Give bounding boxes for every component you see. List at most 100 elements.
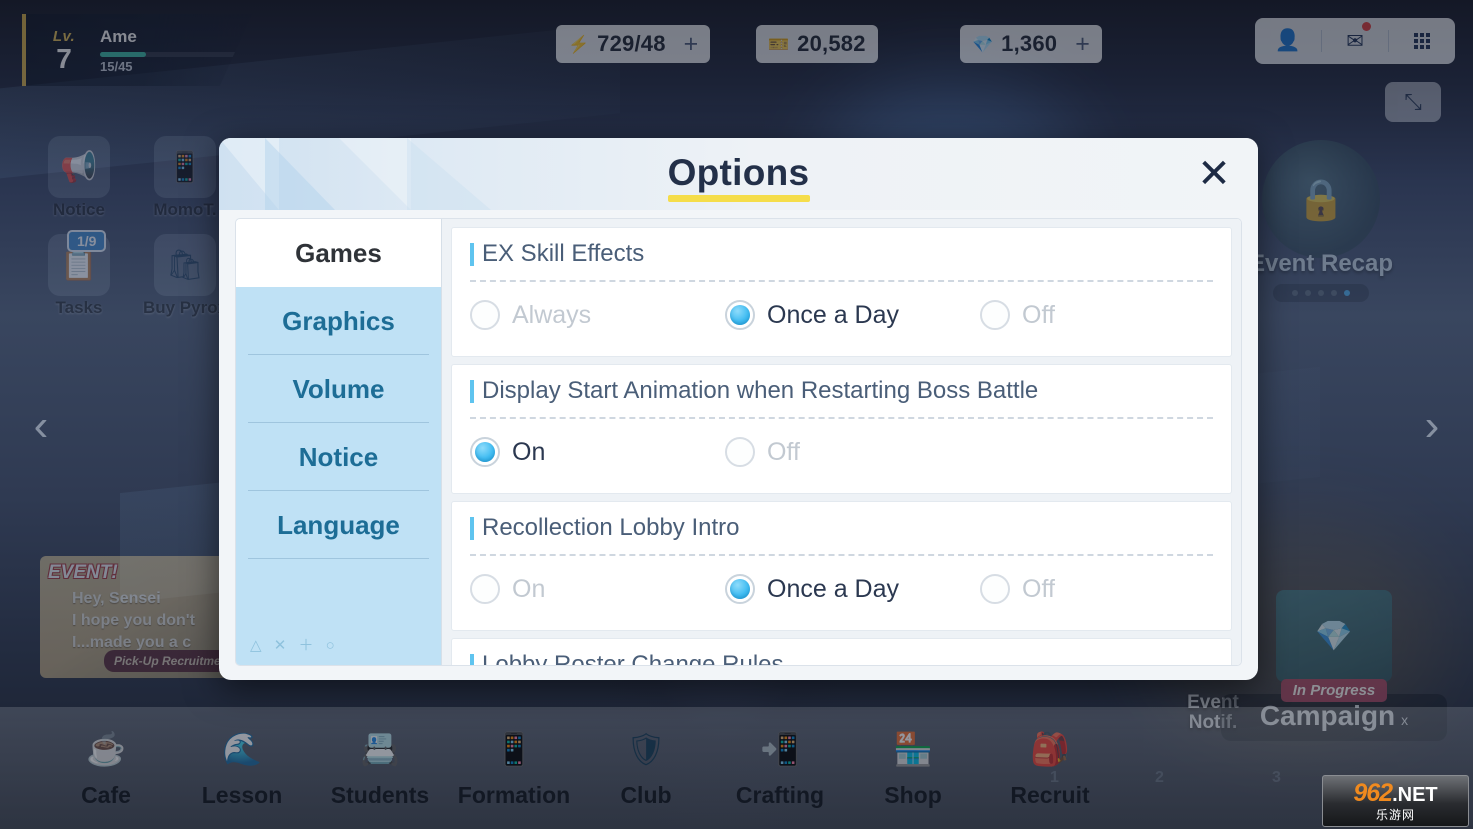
option-choices-row: On Off	[470, 425, 1213, 479]
campaign-icon: 💎	[1276, 590, 1392, 682]
close-glyph: ✕	[1197, 152, 1231, 196]
option-title-text: Display Start Animation when Restarting …	[482, 377, 1039, 404]
radio-circle-icon	[725, 437, 755, 467]
radio-recollection-on[interactable]: On	[470, 574, 725, 604]
option-choices-row: Always Once a Day Off	[470, 288, 1213, 342]
radio-recollection-once-a-day[interactable]: Once a Day	[725, 574, 980, 604]
carousel-dot[interactable]	[1331, 290, 1337, 296]
carousel-dot-active[interactable]	[1344, 290, 1350, 296]
nav-label: Lesson	[201, 782, 283, 808]
watermark-962: 962	[1353, 779, 1393, 807]
radio-label: Off	[767, 437, 800, 466]
option-title: EX Skill Effects	[470, 240, 1213, 280]
option-choices-row: On Once a Day Off	[470, 562, 1213, 616]
dialog-title: Options	[667, 152, 810, 193]
club-shield-icon: 🛡	[625, 731, 667, 767]
students-icon: 📇	[360, 731, 400, 767]
radio-circle-icon	[725, 574, 755, 604]
nav-item-club[interactable]: 🛡 Club	[578, 718, 714, 809]
lesson-icon: 🌊	[222, 731, 262, 767]
side-tile-label: Notice	[53, 200, 105, 219]
radio-recollection-off[interactable]: Off	[980, 574, 1235, 604]
dialog-body: Games Graphics Volume Notice Language △ …	[235, 218, 1242, 666]
radio-ex-off[interactable]: Off	[980, 300, 1235, 330]
tab-games[interactable]: Games	[236, 219, 441, 287]
title-accent-bar	[470, 516, 474, 540]
formation-icon: 📱	[494, 731, 534, 767]
shopping-bag-icon: 🛍	[154, 234, 216, 296]
title-accent-bar	[470, 242, 474, 266]
radio-boss-anim-on[interactable]: On	[470, 437, 725, 467]
carousel-next-arrow[interactable]: ›	[1409, 398, 1455, 454]
radio-circle-icon	[980, 300, 1010, 330]
site-watermark: 962.NET 乐游网	[1322, 775, 1469, 827]
close-icon[interactable]: ✕	[1186, 146, 1242, 202]
radio-circle-icon	[470, 437, 500, 467]
carousel-dot[interactable]	[1305, 290, 1311, 296]
watermark-logo-text: 962.NET	[1353, 781, 1437, 806]
nav-item-cafe[interactable]: ☕ Cafe	[38, 718, 174, 809]
option-title: Lobby Roster Change Rules	[470, 651, 1213, 665]
chevron-right-icon: ›	[1424, 401, 1440, 450]
tab-language[interactable]: Language	[236, 491, 441, 559]
radio-circle-icon	[980, 574, 1010, 604]
controller-symbols: △ ✕ ＋ ○	[250, 637, 339, 654]
tab-volume[interactable]: Volume	[236, 355, 441, 423]
dialog-header: Options ✕	[219, 138, 1258, 210]
nav-item-recruit[interactable]: 🎒 Recruit	[982, 718, 1118, 809]
tab-label: Language	[277, 509, 400, 540]
nav-item-lesson[interactable]: 🌊 Lesson	[174, 718, 310, 809]
radio-label: Once a Day	[767, 300, 900, 329]
option-group-lobby-roster-change-rules: Lobby Roster Change Rules	[451, 638, 1232, 665]
title-accent-bar	[470, 379, 474, 403]
options-content-panel: EX Skill Effects Always Once a Day Off D…	[442, 219, 1241, 665]
nav-item-shop[interactable]: 🏪 Shop	[845, 718, 981, 809]
lock-icon: 🔒	[1262, 140, 1380, 258]
carousel-dot[interactable]	[1292, 290, 1298, 296]
expand-screen-button[interactable]: ⤡	[1385, 82, 1441, 122]
phone-icon: 📱	[154, 136, 216, 198]
radio-boss-anim-off[interactable]: Off	[725, 437, 980, 467]
watermark-chinese: 乐游网	[1375, 808, 1415, 822]
carousel-dots[interactable]	[1273, 284, 1369, 302]
nav-item-formation[interactable]: 📱 Formation	[446, 718, 582, 809]
option-group-recollection-lobby-intro: Recollection Lobby Intro On Once a Day O…	[451, 501, 1232, 631]
nav-item-crafting[interactable]: 📲 Crafting	[712, 718, 848, 809]
event-banner-line1: Hey, Sensei	[72, 590, 161, 607]
tab-label: Graphics	[282, 305, 395, 336]
nav-label: Club	[620, 782, 672, 808]
tab-label: Games	[295, 237, 382, 268]
option-title: Display Start Animation when Restarting …	[470, 377, 1213, 417]
title-accent-bar	[470, 653, 474, 665]
event-banner[interactable]: EVENT! Hey, Sensei I hope you don't I...…	[40, 556, 248, 678]
shop-icon: 🏪	[893, 731, 933, 767]
option-divider	[470, 417, 1213, 419]
tasks-badge: 1/9	[67, 230, 107, 252]
radio-ex-once-a-day[interactable]: Once a Day	[725, 300, 980, 330]
tab-graphics[interactable]: Graphics	[236, 287, 441, 355]
page-number[interactable]: 1	[1050, 769, 1059, 787]
carousel-dot[interactable]	[1318, 290, 1324, 296]
tab-notice[interactable]: Notice	[236, 423, 441, 491]
nav-item-students[interactable]: 📇 Students	[312, 718, 448, 809]
option-title: Recollection Lobby Intro	[470, 514, 1213, 554]
expand-icon: ⤡	[1404, 89, 1422, 114]
radio-ex-always[interactable]: Always	[470, 300, 725, 330]
page-number[interactable]: 3	[1272, 769, 1281, 787]
side-tile-notice[interactable]: 📢 Notice	[30, 136, 128, 220]
radio-label: On	[512, 574, 546, 603]
option-title-text: Lobby Roster Change Rules	[482, 651, 784, 665]
nav-label: Students	[330, 782, 430, 808]
page-number[interactable]: 2	[1155, 769, 1164, 787]
nav-label: Cafe	[81, 782, 131, 808]
side-tile-tasks[interactable]: 1/9 📋 Tasks	[30, 230, 128, 318]
carousel-prev-arrow[interactable]: ‹	[18, 398, 64, 454]
event-banner-line2: I hope you don't	[72, 612, 195, 629]
side-tile-label: Tasks	[55, 298, 103, 317]
radio-label: Off	[1022, 300, 1055, 329]
nav-label: Shop	[884, 782, 942, 808]
crafting-icon: 📲	[760, 731, 800, 767]
radio-label: On	[512, 437, 546, 466]
nav-label: Formation	[457, 782, 571, 808]
